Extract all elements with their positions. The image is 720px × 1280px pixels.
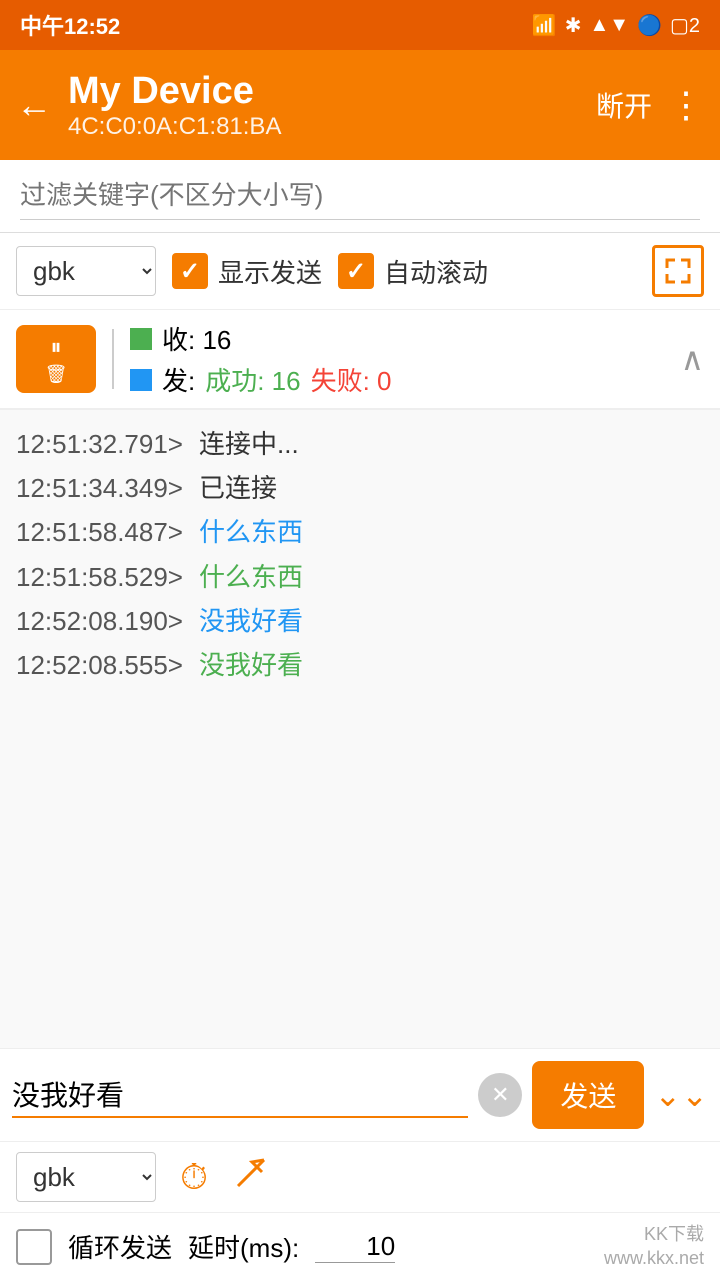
log-area: 12:51:32.791> 连接中... 12:51:34.349> 已连接 1… — [0, 410, 720, 1048]
filter-input[interactable] — [20, 172, 700, 220]
fail-label: 失败: 0 — [311, 361, 392, 398]
log-message: 没我好看 — [199, 643, 303, 687]
stats-bar: ⏸ 🗑 收: 16 发: 成功: 16 失败: 0 ∧ — [0, 310, 720, 410]
watermark: KK下载 www.kkx.net — [604, 1223, 704, 1270]
device-name: My Device — [68, 70, 596, 113]
signal-icon: 📶 — [532, 13, 557, 38]
menu-button[interactable]: ⋮ — [668, 84, 704, 126]
log-message: 什么东西 — [199, 510, 303, 554]
watermark-line2: www.kkx.net — [604, 1247, 704, 1270]
log-message: 没我好看 — [199, 599, 303, 643]
recv-stat: 收: 16 — [130, 320, 681, 357]
log-time: 12:52:08.555> — [16, 643, 183, 687]
bluetooth-icon: ✱ — [565, 13, 582, 38]
log-time: 12:51:58.529> — [16, 555, 183, 599]
history-icon[interactable]: ⏱ — [180, 1156, 208, 1199]
loop-label: 循环发送 — [68, 1228, 172, 1265]
toolbar: ← My Device 4C:C0:0A:C1:81:BA 断开 ⋮ — [0, 50, 720, 160]
log-time: 12:52:08.190> — [16, 599, 183, 643]
expand-down-button[interactable]: ⌄⌄ — [654, 1076, 708, 1114]
log-time: 12:51:32.791> — [16, 422, 183, 466]
log-time: 12:51:58.487> — [16, 510, 183, 554]
delay-input[interactable] — [315, 1231, 395, 1263]
green-indicator — [130, 328, 152, 350]
disconnect-button[interactable]: 断开 — [596, 85, 652, 125]
success-label: 成功: 16 — [205, 361, 300, 398]
pause-clear-button[interactable]: ⏸ 🗑 — [16, 325, 96, 393]
auto-scroll-checkbox[interactable]: ✓ — [338, 253, 374, 289]
blue-indicator — [130, 369, 152, 391]
encoding-select-bottom[interactable]: gbk utf-8 ascii — [16, 1152, 156, 1202]
pause-icon: ⏸ — [50, 334, 61, 360]
back-button[interactable]: ← — [16, 84, 52, 126]
log-message: 已连接 — [199, 466, 277, 510]
bottom-area: ✕ 发送 ⌄⌄ gbk utf-8 ascii ⏱ 循环发送 延时(ms): K… — [0, 1048, 720, 1280]
device-mac: 4C:C0:0A:C1:81:BA — [68, 113, 596, 141]
delay-label: 延时(ms): — [188, 1228, 299, 1265]
log-message: 什么东西 — [199, 555, 303, 599]
show-send-group: ✓ 显示发送 — [172, 253, 322, 290]
loop-checkbox[interactable] — [16, 1229, 52, 1265]
log-entry: 12:52:08.555> 没我好看 — [16, 643, 704, 687]
status-bar: 中午12:52 📶 ✱ ▲▼ 🔵 ▢2 — [0, 0, 720, 50]
filter-section — [0, 160, 720, 233]
checkmark-icon: ✓ — [180, 257, 200, 286]
log-entry: 12:52:08.190> 没我好看 — [16, 599, 704, 643]
log-entry: 12:51:58.487> 什么东西 — [16, 510, 704, 554]
input-row: ✕ 发送 ⌄⌄ — [0, 1049, 720, 1142]
clear-icon: 🗑 — [45, 364, 68, 385]
toolbar-title: My Device 4C:C0:0A:C1:81:BA — [68, 70, 596, 141]
status-time: 中午12:52 — [20, 9, 120, 41]
collapse-button[interactable]: ∧ — [681, 340, 704, 378]
send-button[interactable]: 发送 — [532, 1061, 644, 1129]
show-send-label: 显示发送 — [218, 253, 322, 290]
watermark-line1: KK下载 — [604, 1223, 704, 1246]
log-time: 12:51:34.349> — [16, 466, 183, 510]
checkmark2-icon: ✓ — [346, 257, 366, 286]
message-input[interactable] — [12, 1072, 468, 1118]
vertical-divider — [112, 329, 114, 389]
battery-icon: ▢2 — [670, 13, 700, 38]
wifi-icon: 🔵 — [637, 13, 662, 38]
log-entry: 12:51:58.529> 什么东西 — [16, 555, 704, 599]
status-icons: 📶 ✱ ▲▼ 🔵 ▢2 — [532, 13, 700, 38]
log-entry: 12:51:32.791> 连接中... — [16, 422, 704, 466]
clear-input-button[interactable]: ✕ — [478, 1073, 522, 1117]
loop-row: 循环发送 延时(ms): KK下载 www.kkx.net — [0, 1213, 720, 1280]
log-entry: 12:51:34.349> 已连接 — [16, 466, 704, 510]
recv-label: 收: 16 — [162, 320, 231, 357]
expand-button[interactable] — [652, 245, 704, 297]
auto-scroll-group: ✓ 自动滚动 — [338, 253, 488, 290]
show-send-checkbox[interactable]: ✓ — [172, 253, 208, 289]
send-stat: 发: 成功: 16 失败: 0 — [130, 361, 681, 398]
stats-info: 收: 16 发: 成功: 16 失败: 0 — [130, 320, 681, 398]
encoding-select-top[interactable]: gbk utf-8 ascii — [16, 246, 156, 296]
send-label: 发: — [162, 361, 195, 398]
auto-scroll-label: 自动滚动 — [384, 253, 488, 290]
tools-row: gbk utf-8 ascii ⏱ — [0, 1142, 720, 1213]
controls-row: gbk utf-8 ascii ✓ 显示发送 ✓ 自动滚动 — [0, 233, 720, 310]
network-icon: ▲▼ — [589, 14, 629, 37]
send-template-icon[interactable] — [232, 1154, 270, 1201]
log-message: 连接中... — [199, 422, 299, 466]
